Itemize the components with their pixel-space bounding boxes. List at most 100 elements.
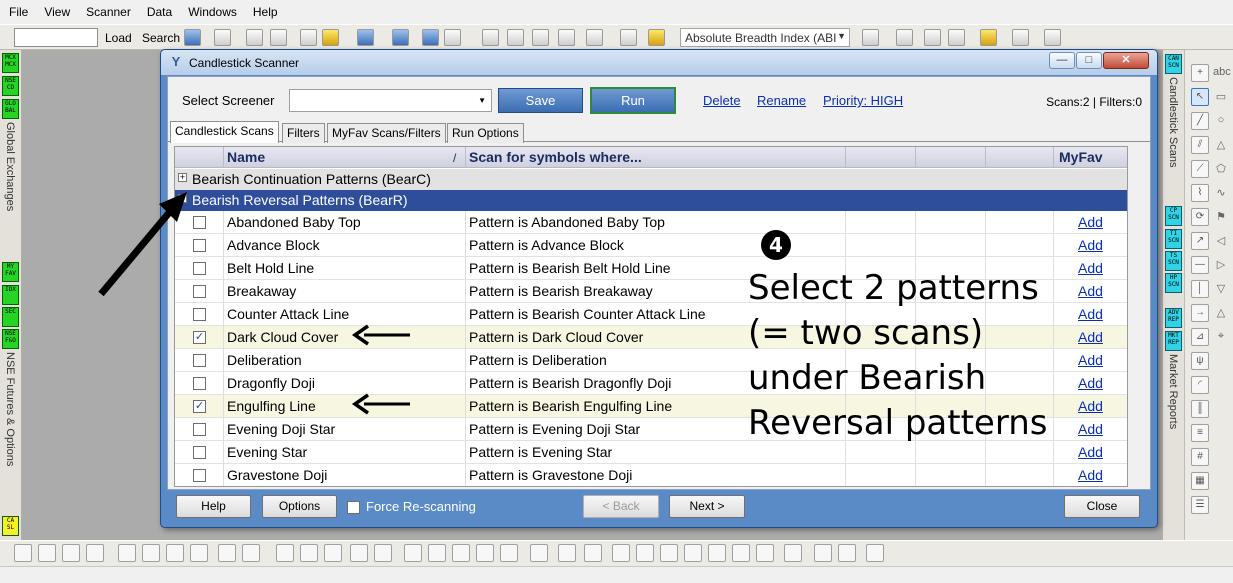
group-bearish-reversal[interactable]: − Bearish Reversal Patterns (BearR)	[175, 190, 1127, 211]
grid-bottom-icon[interactable]	[584, 544, 602, 562]
pattern-checkbox[interactable]	[193, 308, 206, 321]
tab-run-options[interactable]: Run Options	[447, 123, 524, 143]
camera-icon[interactable]	[428, 544, 446, 562]
add-to-myfav-link[interactable]: Add	[1078, 444, 1103, 460]
right-btn-adv-rep[interactable]: ADV REP	[1165, 308, 1182, 328]
grid-tool-icon[interactable]: #	[1191, 448, 1209, 466]
zoom-in-icon[interactable]	[732, 544, 750, 562]
window-icon[interactable]	[444, 29, 461, 46]
load-button[interactable]: Load	[105, 31, 132, 45]
left-btn-mcx[interactable]: MCX MCX	[2, 53, 19, 73]
print-bottom-icon[interactable]	[866, 544, 884, 562]
maximize-button[interactable]: □	[1076, 52, 1102, 69]
priority-link[interactable]: Priority: HIGH	[823, 93, 903, 108]
search-button[interactable]: Search	[142, 31, 180, 45]
print-icon[interactable]	[246, 29, 263, 46]
indicator-combo[interactable]: Absolute Breadth Index (ABI ▼	[680, 28, 850, 47]
save-button[interactable]: Save	[498, 88, 583, 113]
expand-icon[interactable]	[636, 544, 654, 562]
column-myfav[interactable]: MyFav	[1059, 149, 1103, 165]
next-button[interactable]: Next >	[669, 495, 745, 518]
auto-fibo-icon[interactable]	[862, 29, 879, 46]
force-rescanning-checkbox[interactable]	[347, 501, 360, 514]
bar-style-3-icon[interactable]	[166, 544, 184, 562]
close-window-button[interactable]: ✕	[1103, 52, 1149, 69]
left-arrow-tool-icon[interactable]: ◁	[1213, 234, 1229, 252]
channel-icon[interactable]: ⫽	[1191, 136, 1209, 154]
ma-icon[interactable]	[620, 29, 637, 46]
network-icon[interactable]	[392, 29, 409, 46]
right-btn-cp-scn[interactable]: CP SCN	[1165, 206, 1182, 226]
left-btn-nse-cd[interactable]: NSE CD	[2, 76, 19, 96]
alert-diamond-icon[interactable]	[322, 29, 339, 46]
pvt-icon[interactable]	[896, 29, 913, 46]
pattern-checkbox[interactable]	[193, 377, 206, 390]
add-to-myfav-link[interactable]: Add	[1078, 421, 1103, 437]
curve-icon[interactable]	[404, 544, 422, 562]
pointer-arrow-icon[interactable]: ↖	[1191, 88, 1209, 106]
chart-pointer-icon[interactable]	[184, 29, 201, 46]
lin-icon[interactable]	[558, 544, 576, 562]
percent-icon[interactable]	[276, 544, 294, 562]
myfav-icon[interactable]	[357, 29, 374, 46]
pattern-checkbox[interactable]	[193, 423, 206, 436]
right-btn-ts-scn[interactable]: TS SCN	[1165, 251, 1182, 271]
cow-tam-icon[interactable]	[924, 29, 941, 46]
right-arrow-tool-icon[interactable]: ▷	[1213, 258, 1229, 276]
pattern-checkbox[interactable]: ✓	[193, 400, 206, 413]
triangle-icon[interactable]	[1044, 29, 1061, 46]
vertical-line-icon[interactable]: │	[1191, 280, 1209, 298]
flag-icon[interactable]: ⚑	[1213, 210, 1229, 228]
minimize-button[interactable]: —	[1049, 52, 1075, 69]
add-to-myfav-link[interactable]: Add	[1078, 260, 1103, 276]
tick-icon[interactable]	[324, 544, 342, 562]
list-tool-icon[interactable]: ☰	[1191, 496, 1209, 514]
add-to-myfav-link[interactable]: Add	[1078, 306, 1103, 322]
data-download-icon[interactable]	[300, 29, 317, 46]
right-btn-mkt-rep[interactable]: MKT REP	[1165, 331, 1182, 351]
add-to-myfav-link[interactable]: Add	[1078, 375, 1103, 391]
abc-icon[interactable]	[500, 544, 518, 562]
measure-icon[interactable]: ⌖	[1213, 330, 1229, 348]
add-to-myfav-link[interactable]: Add	[1078, 352, 1103, 368]
horizontal-line-icon[interactable]: —	[1191, 256, 1209, 274]
menu-data[interactable]: Data	[147, 5, 172, 19]
pattern-checkbox[interactable]	[193, 469, 206, 482]
refresh-icon[interactable]	[756, 544, 774, 562]
indicator-icon[interactable]	[648, 29, 665, 46]
pattern-checkbox[interactable]	[193, 354, 206, 367]
up-arrow-tool-icon[interactable]: △	[1213, 306, 1229, 324]
hilo-icon[interactable]	[532, 29, 549, 46]
left-btn-nse-fo[interactable]: NSE F&O	[2, 329, 19, 349]
rename-link[interactable]: Rename	[757, 93, 806, 108]
magnify-icon[interactable]	[684, 544, 702, 562]
help-button[interactable]: Help	[176, 495, 251, 518]
left-btn-global[interactable]: GLO BAL	[2, 99, 19, 119]
globe-icon[interactable]	[422, 29, 439, 46]
wave-tool-icon[interactable]: ∿	[1213, 186, 1229, 204]
triangle-tool-icon[interactable]: △	[1213, 138, 1229, 156]
polygon-icon[interactable]: ⬠	[1213, 162, 1229, 180]
star-icon[interactable]	[980, 29, 997, 46]
column-name[interactable]: Name	[227, 149, 265, 165]
bar-style-2-icon[interactable]	[142, 544, 160, 562]
compare-icon[interactable]	[242, 544, 260, 562]
add-to-myfav-link[interactable]: Add	[1078, 237, 1103, 253]
arc-icon[interactable]: ◜	[1191, 376, 1209, 394]
speed-line-icon[interactable]: ⟋	[1191, 160, 1209, 178]
zoom-chart-icon[interactable]	[218, 544, 236, 562]
bar-style-4-icon[interactable]	[190, 544, 208, 562]
right-btn-ti-scn[interactable]: TI SCN	[1165, 229, 1182, 249]
text-tool-icon[interactable]: abc	[1213, 66, 1231, 84]
menu-view[interactable]: View	[44, 5, 70, 19]
add-to-myfav-link[interactable]: Add	[1078, 329, 1103, 345]
column-scan[interactable]: Scan for symbols where...	[469, 149, 642, 165]
group-bearish-continuation[interactable]: + Bearish Continuation Patterns (BearC)	[175, 169, 1127, 190]
menu-file[interactable]: File	[9, 5, 28, 19]
pattern-checkbox[interactable]: ✓	[193, 331, 206, 344]
add-to-myfav-link[interactable]: Add	[1078, 214, 1103, 230]
study-list-icon[interactable]	[482, 29, 499, 46]
tab-filters[interactable]: Filters	[282, 123, 325, 143]
print-preview-icon[interactable]	[270, 29, 287, 46]
right-btn-can-scn[interactable]: CAN SCN	[1165, 54, 1182, 74]
